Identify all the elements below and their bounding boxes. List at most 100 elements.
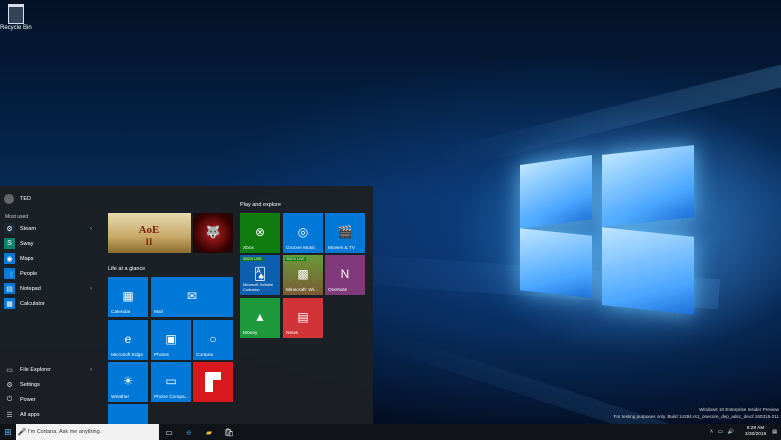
folder-icon: ▰ [205, 427, 213, 437]
movies-tv-tile[interactable]: 🎬 Movies & TV [325, 213, 365, 253]
store-taskbar-button[interactable]: 🛍 [219, 424, 239, 440]
edge-tile[interactable]: e Microsoft Edge [108, 320, 148, 360]
windows-logo-icon: ⊞ [4, 426, 12, 437]
cards-icon: 🂡 [253, 267, 267, 281]
groove-icon: ◎ [297, 225, 309, 239]
start-menu: TED Most used ⚙ Steam › S Sway ◉ Maps 👥 People ▤ N… [0, 186, 373, 424]
gear-icon: ⚙ [6, 381, 13, 389]
age-of-empires-tile[interactable]: AoE II [108, 213, 191, 253]
system-tray: ˄ ▭ 🔊 9:28 AM 3/30/2016 ▤ [710, 424, 777, 440]
solitaire-tile[interactable]: XBOX LIVE 🂡 Microsoft Solitaire Collecti… [240, 255, 280, 295]
xbox-live-badge: XBOX LIVE [285, 257, 306, 261]
steam-icon: ⚙ [4, 223, 15, 234]
minecraft-icon: ▩ [297, 267, 309, 281]
start-app-calculator[interactable]: ▦ Calculator [4, 297, 96, 310]
tile-label: Cortana [196, 353, 214, 358]
tile-label: Groove Music [286, 246, 316, 251]
watermark-line-2: For testing purposes only. Build 14284.r… [613, 413, 779, 419]
system-label: Power [20, 396, 36, 403]
task-view-icon: ▭ [165, 427, 173, 437]
tile-label: Phone Compa... [154, 395, 189, 400]
avatar-icon [4, 194, 14, 204]
tile-label: Minecraft: Wi... [286, 288, 318, 293]
start-app-steam[interactable]: ⚙ Steam › [4, 222, 96, 235]
tile-label: Movies & TV [328, 246, 356, 251]
edge-taskbar-button[interactable]: e [179, 424, 199, 440]
group-life-at-a-glance: Life at a glance [108, 266, 146, 272]
edge-icon: e [124, 332, 132, 346]
start-menu-left-pane: TED Most used ⚙ Steam › S Sway ◉ Maps 👥 People ▤ N… [0, 186, 100, 424]
start-power[interactable]: ⏻ Power [4, 393, 96, 406]
cortana-search-box[interactable]: 🎤 I'm Cortana. Ask me anything. [16, 424, 159, 440]
app-label: Notepad [20, 285, 41, 292]
app-label: Maps [20, 255, 34, 262]
search-placeholder: I'm Cortana. Ask me anything. [28, 429, 102, 435]
tile-label: Money [243, 331, 258, 336]
svg-text:II: II [145, 237, 153, 247]
minecraft-tile[interactable]: XBOX LIVE ▩ Minecraft: Wi... [283, 255, 323, 295]
microphone-icon[interactable]: 🎤 [16, 428, 28, 436]
action-center-icon[interactable]: ▤ [772, 429, 777, 435]
start-button[interactable]: ⊞ [0, 424, 16, 440]
chevron-right-icon[interactable]: › [90, 226, 92, 232]
people-icon: 👥 [4, 268, 15, 279]
insider-watermark: Windows 10 Enterprise Insider Preview Fo… [614, 407, 779, 420]
recycle-bin-icon [8, 4, 24, 24]
edge-icon: e [186, 427, 192, 437]
news-icon: ▤ [297, 310, 309, 324]
tile-label: Photos [154, 353, 169, 358]
film-icon: 🎬 [337, 225, 353, 239]
flipboard-icon [205, 372, 221, 392]
news-tile[interactable]: ▤ News [283, 298, 323, 338]
phone-companion-tile[interactable]: ▭ Phone Compa... [151, 362, 191, 402]
system-label: Settings [20, 381, 40, 388]
store-tile[interactable] [108, 404, 148, 424]
taskbar: ⊞ 🎤 I'm Cortana. Ask me anything. ▭ e ▰ … [0, 424, 781, 440]
groove-music-tile[interactable]: ◎ Groove Music [283, 213, 323, 253]
network-icon[interactable]: ▭ [718, 429, 723, 435]
list-icon: ☰ [6, 411, 13, 419]
file-explorer-taskbar-button[interactable]: ▰ [199, 424, 219, 440]
tile-label: Xbox [243, 246, 254, 251]
calendar-tile[interactable]: ▦ Calendar [108, 277, 148, 317]
xbox-tile[interactable]: ⊗ Xbox [240, 213, 280, 253]
start-app-people[interactable]: 👥 People [4, 267, 96, 280]
system-label: File Explorer [20, 366, 51, 373]
calculator-icon: ▦ [4, 298, 15, 309]
user-account-button[interactable]: TED [4, 194, 31, 204]
flipboard-tile[interactable] [193, 362, 233, 402]
start-app-sway[interactable]: S Sway [4, 237, 96, 250]
group-play-and-explore: Play and explore [240, 202, 281, 208]
tile-label: News [286, 331, 298, 336]
cortana-tile[interactable]: ○ Cortana [193, 320, 233, 360]
tile-label: Weather [111, 395, 130, 400]
cortana-icon: ○ [209, 332, 217, 346]
photos-tile[interactable]: ▣ Photos [151, 320, 191, 360]
sway-icon: S [4, 238, 15, 249]
chevron-right-icon[interactable]: › [90, 367, 92, 373]
start-settings[interactable]: ⚙ Settings [4, 378, 96, 391]
chevron-up-icon[interactable]: ˄ [710, 429, 713, 435]
volume-icon[interactable]: 🔊 [728, 429, 734, 435]
money-tile[interactable]: ▲ Money [240, 298, 280, 338]
start-file-explorer[interactable]: ▭ File Explorer › [4, 363, 96, 376]
chevron-right-icon[interactable]: › [90, 286, 92, 292]
calendar-icon: ▦ [122, 289, 134, 303]
start-app-notepad[interactable]: ▤ Notepad › [4, 282, 96, 295]
onenote-tile[interactable]: N OneNote [325, 255, 365, 295]
start-all-apps[interactable]: ☰ All apps [4, 408, 96, 421]
witcher-tile[interactable]: 🐺 [193, 213, 233, 253]
recycle-bin-label: Recycle Bin [0, 25, 32, 31]
tile-label: Microsoft Edge [111, 353, 143, 358]
app-label: Steam [20, 225, 36, 232]
start-app-maps[interactable]: ◉ Maps [4, 252, 96, 265]
weather-tile[interactable]: ☀ Weather [108, 362, 148, 402]
xbox-icon: ⊗ [254, 225, 266, 239]
recycle-bin-shortcut[interactable]: Recycle Bin [0, 2, 32, 31]
power-icon: ⏻ [6, 395, 13, 403]
mail-tile[interactable]: ✉ Mail [151, 277, 233, 317]
age-of-empires-icon: AoEII [139, 224, 160, 247]
onenote-icon: N [340, 267, 350, 281]
clock[interactable]: 9:28 AM 3/30/2016 [745, 426, 766, 438]
task-view-button[interactable]: ▭ [159, 424, 179, 440]
